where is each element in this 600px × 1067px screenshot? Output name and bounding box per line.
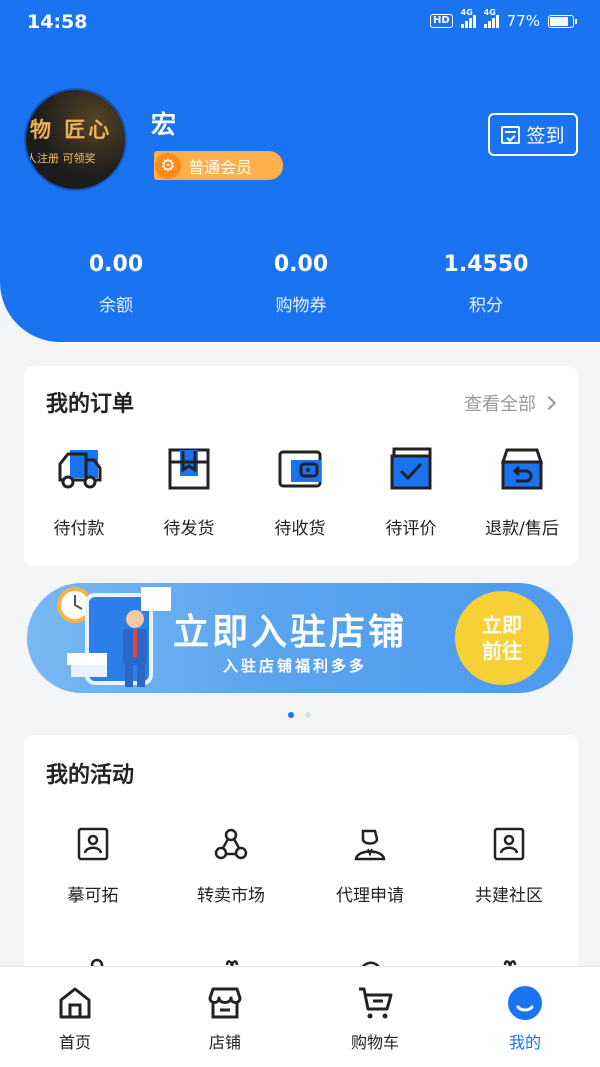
store-signup-banner[interactable]: 立即入驻店铺 入驻店铺福利多多 立即 前往 xyxy=(27,583,573,693)
package-icon xyxy=(166,446,212,492)
order-pending-receipt[interactable]: 待收货 xyxy=(250,446,350,539)
calendar-check-icon xyxy=(501,125,521,144)
checkin-label: 签到 xyxy=(526,125,565,147)
contact-card-icon xyxy=(76,827,110,861)
checkin-button[interactable]: 签到 xyxy=(488,113,578,156)
stat-label: 余额 xyxy=(99,296,133,316)
member-level-badge[interactable]: ⚙ 普通会员 xyxy=(154,151,283,180)
check-box-icon xyxy=(388,446,434,492)
username: 宏 xyxy=(151,110,177,139)
battery-icon xyxy=(548,14,577,28)
battery-percent: 77% xyxy=(506,12,540,30)
store-icon xyxy=(207,985,243,1021)
tab-mine[interactable]: 我的 xyxy=(475,985,575,1053)
network-icon xyxy=(214,827,248,861)
activity-item[interactable]: 转卖市场 xyxy=(166,827,296,906)
carousel-dot[interactable] xyxy=(305,712,311,718)
orders-title: 我的订单 xyxy=(46,392,135,417)
banner-title: 立即入驻店铺 xyxy=(173,612,408,653)
stat-label: 积分 xyxy=(469,296,503,316)
stat-value: 0.00 xyxy=(88,252,144,277)
signal-icon: 4G xyxy=(483,8,499,28)
orders-card: 我的订单 查看全部 待付款 待发货 待收货 待评价 退款/售后 xyxy=(24,366,578,566)
activity-item[interactable]: 代理申请 xyxy=(305,827,435,906)
cart-icon xyxy=(357,985,393,1021)
status-time: 14:58 xyxy=(27,11,88,33)
order-label: 待发货 xyxy=(163,519,215,539)
tab-label: 我的 xyxy=(508,1033,541,1052)
gear-icon: ⚙ xyxy=(155,152,181,179)
truck-icon xyxy=(56,446,102,492)
banner-go-button[interactable]: 立即 前往 xyxy=(455,591,549,685)
view-all-label: 查看全部 xyxy=(464,394,536,415)
order-label: 待评价 xyxy=(385,519,437,539)
activity-label: 转卖市场 xyxy=(197,886,265,906)
order-refund[interactable]: 退款/售后 xyxy=(472,446,572,539)
wallet-icon xyxy=(277,446,323,492)
stat-points[interactable]: 1.4550 积分 xyxy=(406,252,566,316)
home-icon xyxy=(57,985,93,1021)
banner-subtitle: 入驻店铺福利多多 xyxy=(223,657,368,675)
status-bar: 14:58 HD 4G 4G 77% xyxy=(0,0,600,46)
view-all-orders-link[interactable]: 查看全部 xyxy=(464,390,557,416)
contact-card-icon xyxy=(492,827,526,861)
bottom-tab-bar: 首页 店铺 购物车 我的 xyxy=(0,966,600,1067)
tab-cart[interactable]: 购物车 xyxy=(325,985,425,1053)
chevron-right-icon xyxy=(541,395,557,411)
carousel-indicator xyxy=(288,712,311,718)
carousel-dot[interactable] xyxy=(288,712,294,718)
tab-store[interactable]: 店铺 xyxy=(175,985,275,1053)
activity-label: 摹可拓 xyxy=(67,886,119,906)
banner-cta-text: 立即 xyxy=(482,613,522,637)
stat-balance[interactable]: 0.00 余额 xyxy=(36,252,196,316)
avatar-text: 人注册 可领奖 xyxy=(26,152,96,165)
banner-illustration xyxy=(57,587,171,687)
status-icons: HD 4G 4G 77% xyxy=(429,8,577,30)
order-pending-review[interactable]: 待评价 xyxy=(361,446,461,539)
hd-icon: HD xyxy=(429,14,453,28)
activity-item[interactable]: 共建社区 xyxy=(444,827,574,906)
stat-coupons[interactable]: 0.00 购物券 xyxy=(221,252,381,316)
tab-home[interactable]: 首页 xyxy=(25,985,125,1053)
activity-item[interactable]: 摹可拓 xyxy=(28,827,158,906)
stat-label: 购物券 xyxy=(275,296,327,316)
activity-label: 代理申请 xyxy=(336,886,404,906)
order-label: 待收货 xyxy=(274,519,326,539)
activity-label: 共建社区 xyxy=(475,886,543,906)
return-box-icon xyxy=(499,446,545,492)
tab-label: 首页 xyxy=(58,1033,91,1052)
profile-header: 14:58 HD 4G 4G 77% 物 匠心 人注册 可领奖 宏 ⚙ 普通会员… xyxy=(0,0,600,342)
activities-card: 我的活动 摹可拓 转卖市场 代理申请 共建社区 xyxy=(24,735,578,995)
order-label: 待付款 xyxy=(53,519,105,539)
activities-title: 我的活动 xyxy=(46,763,135,788)
order-pending-shipment[interactable]: 待发货 xyxy=(139,446,239,539)
stat-value: 1.4550 xyxy=(443,252,529,277)
profile-icon xyxy=(507,985,543,1021)
tab-label: 店铺 xyxy=(208,1033,241,1052)
signal-icon: 4G xyxy=(460,8,476,28)
member-level-label: 普通会员 xyxy=(188,157,253,177)
stat-value: 0.00 xyxy=(273,252,329,277)
stats-row: 0.00 余额 0.00 购物券 1.4550 积分 xyxy=(0,252,600,332)
order-label: 退款/售后 xyxy=(485,519,559,539)
avatar-text: 物 匠心 xyxy=(30,117,113,142)
avatar[interactable]: 物 匠心 人注册 可领奖 xyxy=(24,88,127,191)
tab-label: 购物车 xyxy=(350,1033,399,1052)
banner-cta-text: 前往 xyxy=(482,639,522,663)
agent-icon xyxy=(353,827,387,861)
order-pending-payment[interactable]: 待付款 xyxy=(29,446,129,539)
